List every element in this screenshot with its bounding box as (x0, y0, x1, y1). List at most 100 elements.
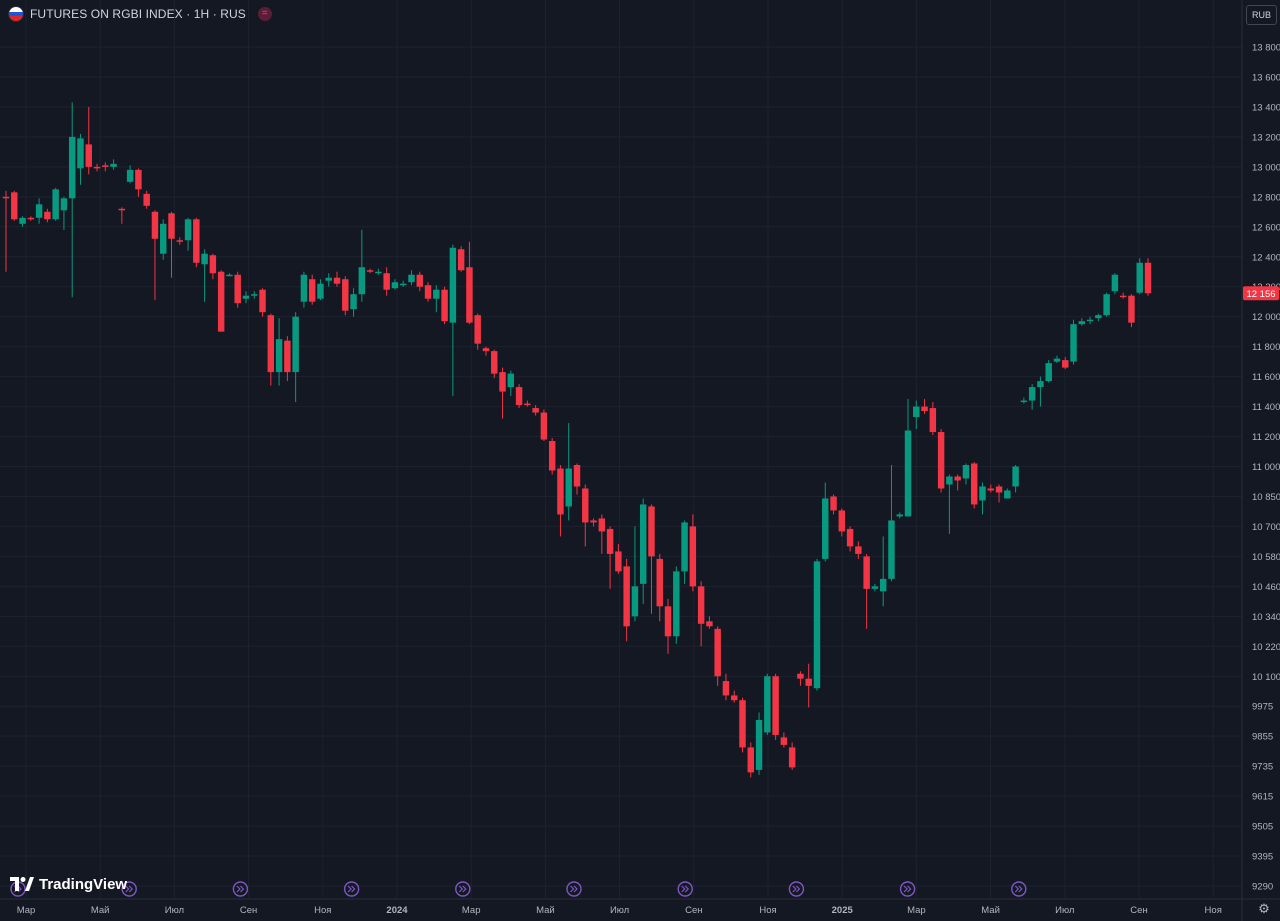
candle-body[interactable] (747, 747, 755, 773)
gear-icon[interactable]: ⚙ (1257, 902, 1271, 916)
candle-body[interactable] (1045, 363, 1052, 382)
candle-body[interactable] (2, 196, 10, 199)
candle-body[interactable] (292, 316, 299, 373)
candle-body[interactable] (507, 373, 515, 388)
candle-body[interactable] (590, 520, 597, 523)
candle-body[interactable] (217, 271, 225, 332)
candle-body[interactable] (201, 253, 208, 265)
candle-body[interactable] (764, 676, 771, 733)
candle-body[interactable] (780, 737, 788, 745)
symbol-title[interactable]: FUTURES ON RGBI INDEX · 1H · RUS (30, 7, 246, 21)
candle-body[interactable] (52, 189, 59, 220)
candle-body[interactable] (515, 387, 523, 406)
candle-body[interactable] (863, 556, 870, 589)
candle-body[interactable] (275, 339, 283, 373)
candle-body[interactable] (1086, 319, 1094, 322)
candlestick-chart[interactable]: 13 800 13 600 13 400 13 200 13 000 12 800 12 6… (0, 0, 1280, 921)
candle-body[interactable] (888, 520, 895, 579)
currency-button[interactable]: RUB (1246, 5, 1278, 25)
candle-body[interactable] (540, 412, 548, 440)
candle-body[interactable] (1103, 294, 1110, 316)
candle-body[interactable] (879, 578, 887, 592)
candle-body[interactable] (706, 621, 713, 627)
candle-body[interactable] (209, 255, 217, 274)
candle-body[interactable] (904, 430, 912, 517)
candle-body[interactable] (27, 217, 35, 220)
candle-body[interactable] (284, 340, 291, 373)
candle-body[interactable] (1119, 295, 1127, 298)
candle-body[interactable] (234, 274, 241, 304)
candle-body[interactable] (995, 486, 1003, 493)
candle-body[interactable] (557, 468, 564, 515)
candle-body[interactable] (623, 566, 630, 627)
candle-body[interactable] (970, 463, 978, 505)
candle-body[interactable] (979, 486, 986, 501)
candle-body[interactable] (805, 678, 812, 686)
candle-body[interactable] (118, 208, 126, 211)
candle-body[interactable] (788, 747, 796, 768)
candle-body[interactable] (639, 504, 647, 584)
candle-body[interactable] (93, 166, 101, 169)
candle-body[interactable] (308, 279, 316, 302)
candle-body[interactable] (937, 432, 945, 489)
candle-body[interactable] (954, 476, 961, 481)
candle-body[interactable] (822, 498, 829, 559)
candle-body[interactable] (664, 606, 672, 637)
tradingview-logo[interactable]: TradingView (10, 874, 127, 894)
candle-body[interactable] (317, 283, 324, 299)
candle-body[interactable] (499, 372, 506, 392)
candle-body[interactable] (1136, 262, 1143, 293)
candle-body[interactable] (598, 518, 606, 532)
candle-body[interactable] (739, 700, 746, 748)
candle-body[interactable] (689, 526, 697, 587)
candle-body[interactable] (193, 219, 200, 263)
candle-body[interactable] (102, 165, 109, 167)
candle-body[interactable] (615, 551, 622, 572)
candle-body[interactable] (772, 676, 779, 735)
candle-body[interactable] (714, 628, 721, 677)
candle-body[interactable] (491, 351, 498, 374)
candle-body[interactable] (565, 468, 572, 507)
candle-body[interactable] (1004, 490, 1011, 499)
candle-body[interactable] (251, 294, 258, 296)
candle-body[interactable] (929, 408, 937, 433)
candle-body[interactable] (631, 586, 639, 617)
candle-body[interactable] (424, 285, 432, 299)
candle-body[interactable] (333, 277, 341, 284)
candle-body[interactable] (482, 348, 490, 352)
candle-body[interactable] (416, 274, 423, 287)
candle-body[interactable] (1144, 262, 1152, 294)
candle-body[interactable] (681, 522, 688, 572)
candle-body[interactable] (987, 488, 994, 491)
candle-body[interactable] (68, 136, 76, 199)
candle-body[interactable] (524, 403, 531, 406)
candle-body[interactable] (896, 514, 903, 517)
candle-body[interactable] (532, 408, 539, 413)
candle-body[interactable] (110, 163, 117, 167)
candle-body[interactable] (408, 274, 415, 283)
candle-body[interactable] (582, 488, 589, 523)
candle-body[interactable] (1095, 315, 1102, 319)
candle-body[interactable] (325, 277, 332, 281)
candle-body[interactable] (19, 217, 26, 224)
candle-body[interactable] (242, 295, 250, 299)
candle-body[interactable] (44, 211, 51, 220)
candle-body[interactable] (648, 506, 655, 557)
candle-body[interactable] (441, 289, 448, 322)
candle-body[interactable] (168, 213, 175, 239)
candle-body[interactable] (176, 240, 184, 242)
candle-body[interactable] (846, 528, 854, 547)
candle-body[interactable] (399, 283, 407, 286)
candle-body[interactable] (722, 681, 730, 696)
candle-body[interactable] (656, 558, 663, 607)
candle-body[interactable] (474, 315, 481, 344)
candle-body[interactable] (1012, 466, 1019, 487)
candle-body[interactable] (1037, 381, 1044, 388)
candle-body[interactable] (126, 169, 134, 182)
candle-body[interactable] (871, 586, 879, 589)
candle-body[interactable] (433, 289, 440, 299)
candle-body[interactable] (830, 496, 837, 511)
candle-body[interactable] (838, 510, 846, 532)
candle-body[interactable] (797, 673, 804, 679)
candle-body[interactable] (1053, 358, 1061, 362)
